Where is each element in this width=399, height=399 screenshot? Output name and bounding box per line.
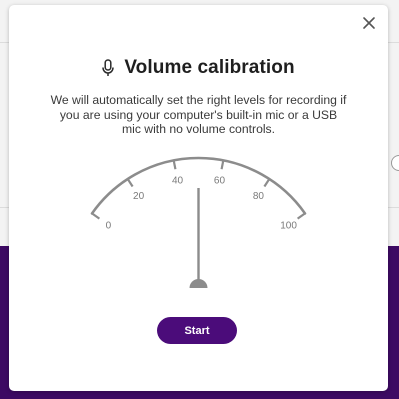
- gauge-tick-label: 80: [253, 191, 265, 202]
- gauge-tick-label: 40: [172, 176, 184, 187]
- volume-calibration-dialog: Volume calibration We will automatically…: [9, 5, 388, 391]
- gauge-tick: [90, 212, 101, 220]
- volume-gauge: 0 20 40 60 80 100: [90, 156, 307, 288]
- start-button[interactable]: Start: [157, 317, 237, 344]
- gauge-tick: [263, 177, 271, 188]
- gauge-tick-label: 20: [133, 191, 145, 202]
- gauge-tick: [126, 177, 134, 188]
- gauge-tick: [296, 212, 307, 220]
- gauge-pivot: [189, 279, 208, 288]
- gauge-tick-label: 0: [106, 220, 112, 231]
- gauge-tick-label: 100: [280, 220, 297, 231]
- gauge-tick-label: 60: [214, 176, 226, 187]
